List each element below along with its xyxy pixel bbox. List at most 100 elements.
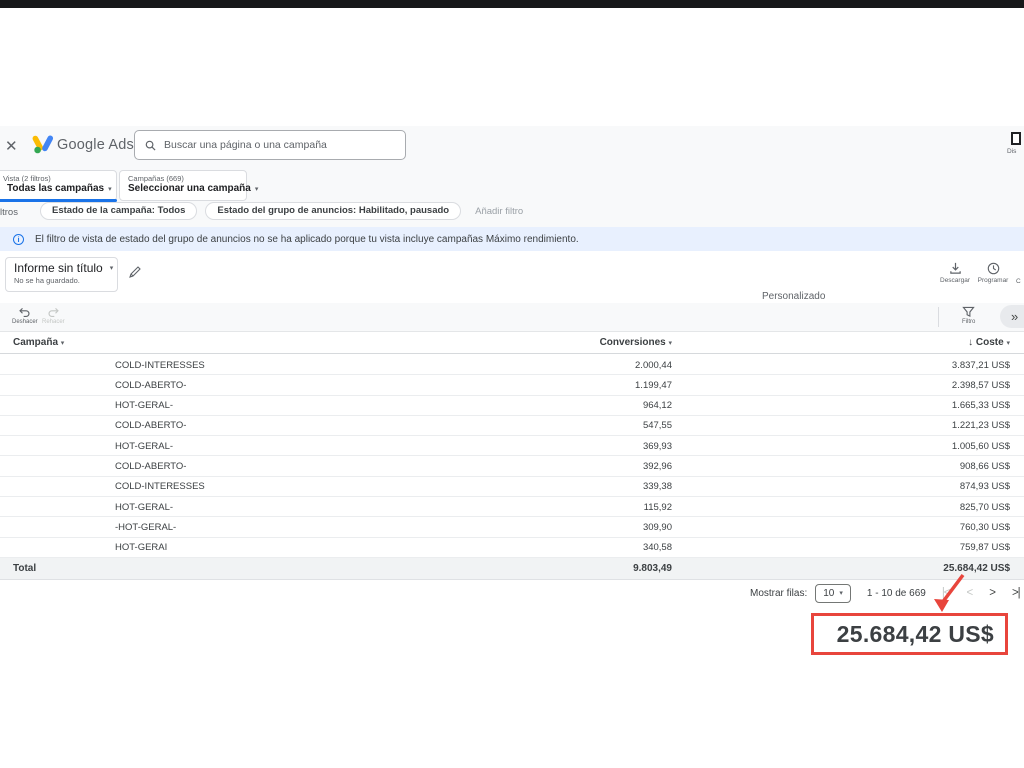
campaign-cell[interactable]: -HOT-GERAL- [115, 522, 176, 533]
view-selector-label: Vista (2 filtros) [3, 174, 108, 183]
rows-per-page-select[interactable]: 10 ▾ [815, 584, 851, 603]
campaign-cell[interactable]: COLD-ABERTO- [115, 420, 186, 431]
close-icon[interactable]: ✕ [5, 137, 18, 155]
cost-cell: 825,70 US$ [960, 502, 1010, 513]
chevron-down-icon: ▾ [839, 589, 843, 597]
campaign-cell[interactable]: HOT-GERAL- [115, 400, 173, 411]
pagination-range: 1 - 10 de 669 [867, 588, 926, 599]
campaign-cell[interactable]: COLD-ABERTO- [115, 461, 186, 472]
view-selector[interactable]: Vista (2 filtros) Todas las campañas ▾ [0, 170, 117, 201]
date-range-label[interactable]: Personalizado [762, 291, 825, 302]
download-icon [949, 262, 962, 275]
table-row[interactable]: HOT-GERAI 340,58 759,87 US$ [0, 538, 1024, 558]
conversions-cell: 392,96 [643, 461, 672, 472]
conversions-cell: 339,38 [643, 481, 672, 492]
chip-adgroup-status[interactable]: Estado del grupo de anuncios: Habilitado… [205, 202, 461, 220]
report-title: Informe sin título [14, 261, 103, 275]
pagination-bar: Mostrar filas: 10 ▾ 1 - 10 de 669 |< < >… [750, 580, 1020, 606]
cost-cell: 1.221,23 US$ [952, 420, 1010, 431]
google-ads-logo-icon [32, 133, 56, 155]
schedule-button[interactable]: Programar [970, 262, 1016, 284]
notice-banner: i El filtro de vista de estado del grupo… [0, 227, 1024, 251]
highlighted-total-cost-value: 25.684,42 US$ [837, 621, 994, 648]
truncated-toolbar-icon [1011, 132, 1021, 145]
column-header-conversions[interactable]: Conversiones ▾ [600, 337, 672, 348]
chip-campaign-status[interactable]: Estado de la campaña: Todos [40, 202, 197, 220]
google-ads-report-screen: ✕ Google Ads Buscar una página o una cam… [0, 0, 1024, 768]
conversions-cell: 2.000,44 [635, 360, 672, 371]
highlighted-total-cost-box: 25.684,42 US$ [811, 613, 1008, 655]
cost-header-label: Coste [976, 337, 1004, 348]
chevron-down-icon: ▾ [61, 340, 65, 347]
conversions-cell: 1.199,47 [635, 380, 672, 391]
report-save-status: No se ha guardado. [14, 276, 109, 285]
search-input[interactable]: Buscar una página o una campaña [134, 130, 406, 160]
cost-cell: 874,93 US$ [960, 481, 1010, 492]
table-row[interactable]: COLD-INTERESSES 2.000,44 3.837,21 US$ [0, 355, 1024, 375]
undo-label: Deshacer [12, 319, 38, 325]
table-row[interactable]: HOT-GERAL- 115,92 825,70 US$ [0, 497, 1024, 517]
filter-button[interactable]: Filtro [962, 306, 975, 325]
table-row[interactable]: COLD-ABERTO- 392,96 908,66 US$ [0, 456, 1024, 476]
cost-cell: 1.005,60 US$ [952, 441, 1010, 452]
last-page-icon[interactable]: >| [1012, 587, 1020, 599]
campaign-header-label: Campaña [13, 337, 58, 348]
campaign-cell[interactable]: HOT-GERAL- [115, 441, 173, 452]
undo-button[interactable]: Deshacer [12, 306, 38, 325]
redo-button[interactable]: Rehacer [42, 306, 65, 325]
toolbar-divider [938, 307, 939, 327]
campaign-cell[interactable]: COLD-ABERTO- [115, 380, 186, 391]
view-selector-value: Todas las campañas [7, 183, 104, 194]
table-row[interactable]: COLD-ABERTO- 1.199,47 2.398,57 US$ [0, 375, 1024, 395]
campaign-cell[interactable]: HOT-GERAI [115, 542, 167, 553]
column-header-cost[interactable]: ↓ Coste ▾ [968, 337, 1010, 348]
conversions-cell: 964,12 [643, 400, 672, 411]
filter-label: Filtro [962, 319, 975, 325]
campaign-selector[interactable]: Campañas (669) Seleccionar una campaña ▾ [119, 170, 247, 201]
info-icon: i [13, 234, 24, 245]
conversions-cell: 309,90 [643, 522, 672, 533]
search-icon [145, 140, 156, 151]
column-header-campaign[interactable]: Campaña ▾ [13, 337, 64, 348]
table-row[interactable]: COLD-ABERTO- 547,55 1.221,23 US$ [0, 416, 1024, 436]
download-label: Descargar [940, 277, 970, 284]
conversions-cell: 547,55 [643, 420, 672, 431]
table-row[interactable]: COLD-INTERESSES 339,38 874,93 US$ [0, 477, 1024, 497]
table-row[interactable]: -HOT-GERAL- 309,90 760,30 US$ [0, 517, 1024, 537]
add-filter-button[interactable]: Añadir filtro [475, 206, 523, 217]
notice-text: El filtro de vista de estado del grupo d… [35, 234, 579, 245]
filter-chip-row: Estado de la campaña: Todos Estado del g… [40, 202, 523, 220]
browser-tabstrip-sliver [0, 0, 1024, 8]
previous-page-icon[interactable]: < [967, 587, 973, 599]
redo-icon [47, 306, 60, 318]
chevron-down-icon: ▾ [110, 264, 114, 272]
edit-pencil-icon[interactable] [128, 265, 142, 279]
table-row[interactable]: HOT-GERAL- 964,12 1.665,33 US$ [0, 396, 1024, 416]
first-page-icon[interactable]: |< [942, 587, 950, 599]
next-page-icon[interactable]: > [989, 587, 995, 599]
chevron-down-icon: ▾ [255, 185, 259, 193]
total-cost: 25.684,42 US$ [943, 563, 1010, 574]
redo-label: Rehacer [42, 319, 65, 325]
campaign-cell[interactable]: COLD-INTERESSES [115, 360, 205, 371]
conversions-header-label: Conversiones [600, 337, 666, 348]
truncated-toolbar-label: Dis [1007, 148, 1016, 155]
total-conversions: 9.803,49 [633, 563, 672, 574]
expand-panel-button[interactable]: » [1000, 305, 1024, 328]
campaign-cell[interactable]: COLD-INTERESSES [115, 481, 205, 492]
cost-cell: 908,66 US$ [960, 461, 1010, 472]
chevron-down-icon: ▾ [1006, 340, 1010, 347]
chevron-down-icon: ▾ [108, 185, 112, 193]
table-header-row: Campaña ▾ Conversiones ▾ ↓ Coste ▾ [0, 332, 1024, 354]
table-total-row: Total 9.803,49 25.684,42 US$ [0, 558, 1024, 580]
report-title-dropdown[interactable]: Informe sin título ▾ No se ha guardado. [5, 257, 118, 292]
rows-per-page-label: Mostrar filas: [750, 588, 807, 599]
brand-title: Google Ads [57, 137, 134, 153]
sort-descending-icon: ↓ [968, 337, 973, 348]
cost-cell: 759,87 US$ [960, 542, 1010, 553]
conversions-cell: 115,92 [644, 502, 672, 513]
chevron-down-icon: ▾ [668, 340, 672, 347]
conversions-cell: 369,93 [643, 441, 672, 452]
campaign-cell[interactable]: HOT-GERAL- [115, 502, 173, 513]
table-row[interactable]: HOT-GERAL- 369,93 1.005,60 US$ [0, 436, 1024, 456]
